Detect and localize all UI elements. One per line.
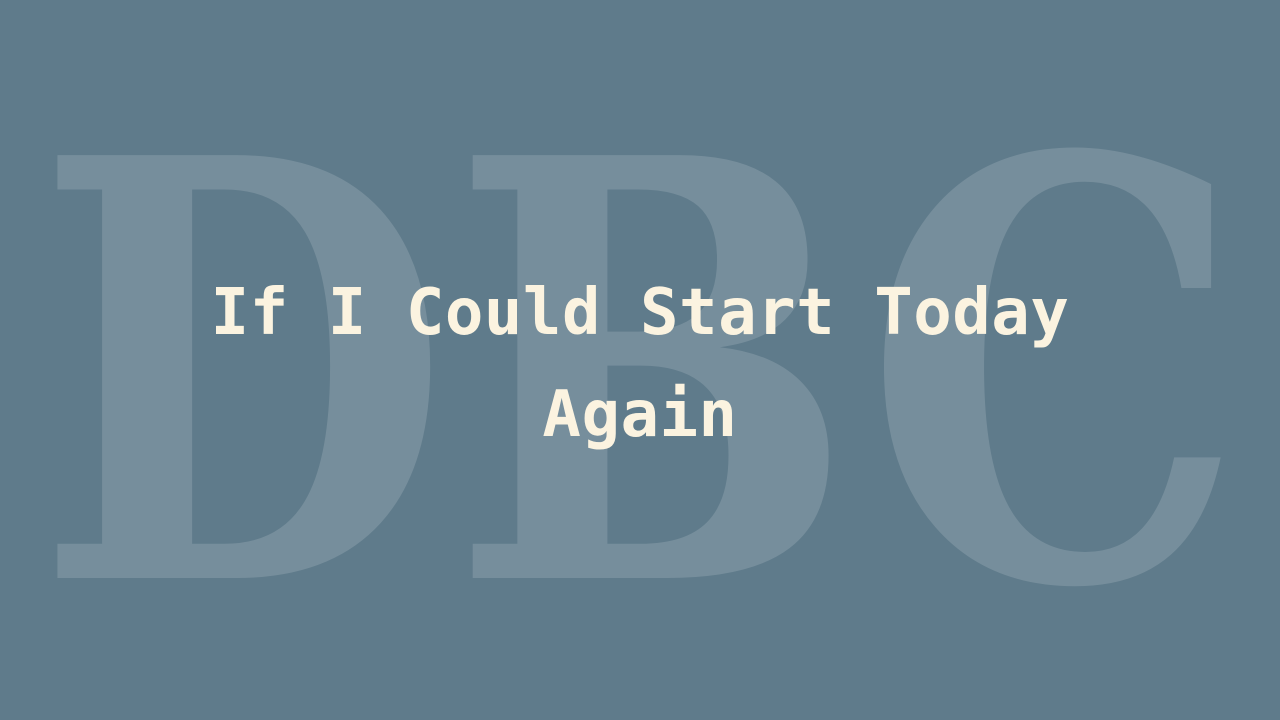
page-title: If I Could Start Today Again: [0, 262, 1280, 466]
title-line-2: Again: [542, 378, 738, 452]
title-line-1: If I Could Start Today: [210, 276, 1070, 350]
